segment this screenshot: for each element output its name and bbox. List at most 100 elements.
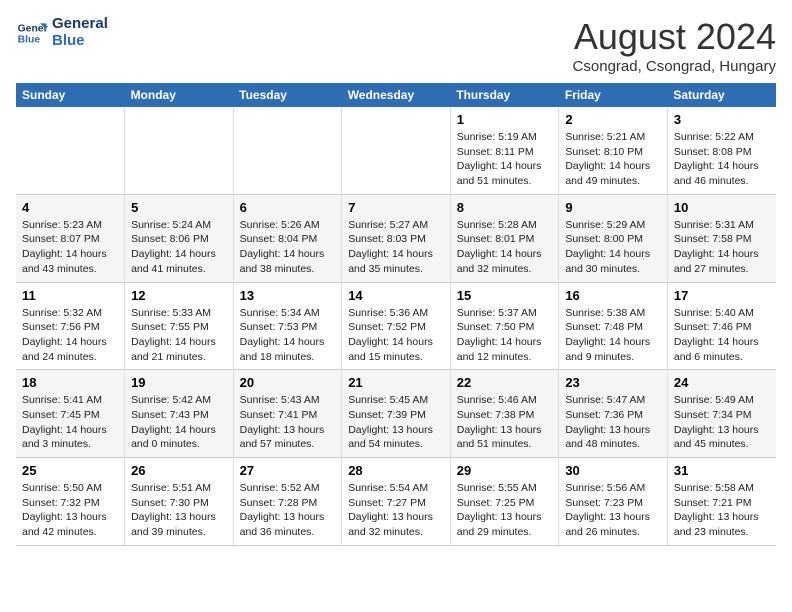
calendar-cell: 22Sunrise: 5:46 AMSunset: 7:38 PMDayligh… — [450, 370, 559, 458]
cell-text: Sunrise: 5:19 AM — [457, 130, 553, 145]
day-number: 17 — [674, 288, 770, 303]
cell-text: Sunset: 8:11 PM — [457, 145, 553, 160]
cell-text: Daylight: 13 hours and 54 minutes. — [348, 423, 444, 452]
calendar-cell: 21Sunrise: 5:45 AMSunset: 7:39 PMDayligh… — [342, 370, 451, 458]
day-number: 4 — [22, 200, 118, 215]
calendar-cell: 8Sunrise: 5:28 AMSunset: 8:01 PMDaylight… — [450, 194, 559, 282]
weekday-header-saturday: Saturday — [667, 83, 776, 107]
day-number: 19 — [131, 375, 227, 390]
day-number: 5 — [131, 200, 227, 215]
day-number: 29 — [457, 463, 553, 478]
cell-text: Sunrise: 5:46 AM — [457, 393, 553, 408]
cell-text: Sunset: 7:43 PM — [131, 408, 227, 423]
cell-text: Sunrise: 5:49 AM — [674, 393, 770, 408]
calendar-cell: 19Sunrise: 5:42 AMSunset: 7:43 PMDayligh… — [125, 370, 234, 458]
cell-text: Sunset: 7:34 PM — [674, 408, 770, 423]
cell-text: Daylight: 14 hours and 32 minutes. — [457, 247, 553, 276]
cell-text: Sunset: 7:53 PM — [240, 320, 336, 335]
calendar-cell: 29Sunrise: 5:55 AMSunset: 7:25 PMDayligh… — [450, 458, 559, 546]
cell-text: Daylight: 13 hours and 23 minutes. — [674, 510, 770, 539]
cell-text: Sunset: 7:32 PM — [22, 496, 118, 511]
cell-text: Sunrise: 5:24 AM — [131, 218, 227, 233]
logo-text: General Blue — [52, 16, 108, 49]
cell-text: Sunrise: 5:47 AM — [565, 393, 661, 408]
cell-text: Sunset: 7:50 PM — [457, 320, 553, 335]
cell-text: Sunset: 7:45 PM — [22, 408, 118, 423]
cell-text: Sunset: 7:38 PM — [457, 408, 553, 423]
calendar-cell — [342, 107, 451, 194]
day-number: 16 — [565, 288, 661, 303]
cell-text: Sunrise: 5:26 AM — [240, 218, 336, 233]
cell-text: Sunset: 7:27 PM — [348, 496, 444, 511]
calendar-cell — [125, 107, 234, 194]
cell-text: Sunset: 8:06 PM — [131, 232, 227, 247]
day-number: 14 — [348, 288, 444, 303]
day-number: 2 — [565, 112, 661, 127]
calendar-cell: 7Sunrise: 5:27 AMSunset: 8:03 PMDaylight… — [342, 194, 451, 282]
cell-text: Sunset: 7:48 PM — [565, 320, 661, 335]
cell-text: Sunrise: 5:31 AM — [674, 218, 770, 233]
cell-text: Daylight: 14 hours and 3 minutes. — [22, 423, 118, 452]
cell-text: Sunrise: 5:45 AM — [348, 393, 444, 408]
cell-text: Sunset: 7:56 PM — [22, 320, 118, 335]
calendar-cell — [16, 107, 125, 194]
calendar-cell: 6 Sunrise: 5:26 AMSunset: 8:04 PMDaylight… — [233, 194, 342, 282]
day-number: 10 — [674, 200, 770, 215]
cell-text: Sunrise: 5:28 AM — [457, 218, 553, 233]
calendar-cell: 3Sunrise: 5:22 AMSunset: 8:08 PMDaylight… — [667, 107, 776, 194]
weekday-header-monday: Monday — [125, 83, 234, 107]
calendar-header: SundayMondayTuesdayWednesdayThursdayFrid… — [16, 83, 776, 107]
cell-text: Sunrise: 5:34 AM — [240, 306, 336, 321]
calendar-cell: 30Sunrise: 5:56 AMSunset: 7:23 PMDayligh… — [559, 458, 668, 546]
cell-text: Sunrise: 5:54 AM — [348, 481, 444, 496]
day-number: 30 — [565, 463, 661, 478]
calendar-week-row: 18Sunrise: 5:41 AMSunset: 7:45 PMDayligh… — [16, 370, 776, 458]
weekday-header-wednesday: Wednesday — [342, 83, 451, 107]
cell-text: Sunset: 7:23 PM — [565, 496, 661, 511]
day-number: 23 — [565, 375, 661, 390]
cell-text: Sunset: 7:36 PM — [565, 408, 661, 423]
cell-text: Sunset: 8:01 PM — [457, 232, 553, 247]
day-number: 28 — [348, 463, 444, 478]
title-area: August 2024 Csongrad, Csongrad, Hungary — [573, 16, 776, 75]
calendar-cell: 11Sunrise: 5:32 AMSunset: 7:56 PMDayligh… — [16, 282, 125, 370]
weekday-header-thursday: Thursday — [450, 83, 559, 107]
cell-text: Sunrise: 5:52 AM — [240, 481, 336, 496]
cell-text: Daylight: 13 hours and 57 minutes. — [240, 423, 336, 452]
cell-text: Daylight: 14 hours and 0 minutes. — [131, 423, 227, 452]
cell-text: Sunset: 7:41 PM — [240, 408, 336, 423]
calendar-cell: 24Sunrise: 5:49 AMSunset: 7:34 PMDayligh… — [667, 370, 776, 458]
calendar-cell: 9Sunrise: 5:29 AMSunset: 8:00 PMDaylight… — [559, 194, 668, 282]
cell-text: Daylight: 13 hours and 45 minutes. — [674, 423, 770, 452]
cell-text: Sunrise: 5:22 AM — [674, 130, 770, 145]
cell-text: Daylight: 14 hours and 38 minutes. — [240, 247, 336, 276]
day-number: 21 — [348, 375, 444, 390]
cell-text: Sunset: 7:28 PM — [240, 496, 336, 511]
cell-text: Sunset: 8:10 PM — [565, 145, 661, 160]
day-number: 3 — [674, 112, 770, 127]
calendar-cell: 15Sunrise: 5:37 AMSunset: 7:50 PMDayligh… — [450, 282, 559, 370]
day-number: 25 — [22, 463, 118, 478]
cell-text: Daylight: 14 hours and 49 minutes. — [565, 159, 661, 188]
cell-text: Sunrise: 5:33 AM — [131, 306, 227, 321]
cell-text: Daylight: 13 hours and 48 minutes. — [565, 423, 661, 452]
day-number: 1 — [457, 112, 553, 127]
cell-text: Daylight: 14 hours and 6 minutes. — [674, 335, 770, 364]
cell-text: Daylight: 14 hours and 41 minutes. — [131, 247, 227, 276]
calendar-cell: 2Sunrise: 5:21 AMSunset: 8:10 PMDaylight… — [559, 107, 668, 194]
cell-text: Daylight: 13 hours and 39 minutes. — [131, 510, 227, 539]
month-year: August 2024 — [573, 16, 776, 58]
day-number: 18 — [22, 375, 118, 390]
cell-text: Sunset: 8:04 PM — [240, 232, 336, 247]
calendar-cell: 20Sunrise: 5:43 AMSunset: 7:41 PMDayligh… — [233, 370, 342, 458]
day-number: 15 — [457, 288, 553, 303]
cell-text: Daylight: 14 hours and 9 minutes. — [565, 335, 661, 364]
day-number: 27 — [240, 463, 336, 478]
day-number: 6 — [240, 200, 336, 215]
cell-text: Daylight: 14 hours and 27 minutes. — [674, 247, 770, 276]
cell-text: Sunset: 8:07 PM — [22, 232, 118, 247]
cell-text: Daylight: 14 hours and 30 minutes. — [565, 247, 661, 276]
calendar-cell: 12Sunrise: 5:33 AMSunset: 7:55 PMDayligh… — [125, 282, 234, 370]
cell-text: Sunrise: 5:23 AM — [22, 218, 118, 233]
day-number: 20 — [240, 375, 336, 390]
